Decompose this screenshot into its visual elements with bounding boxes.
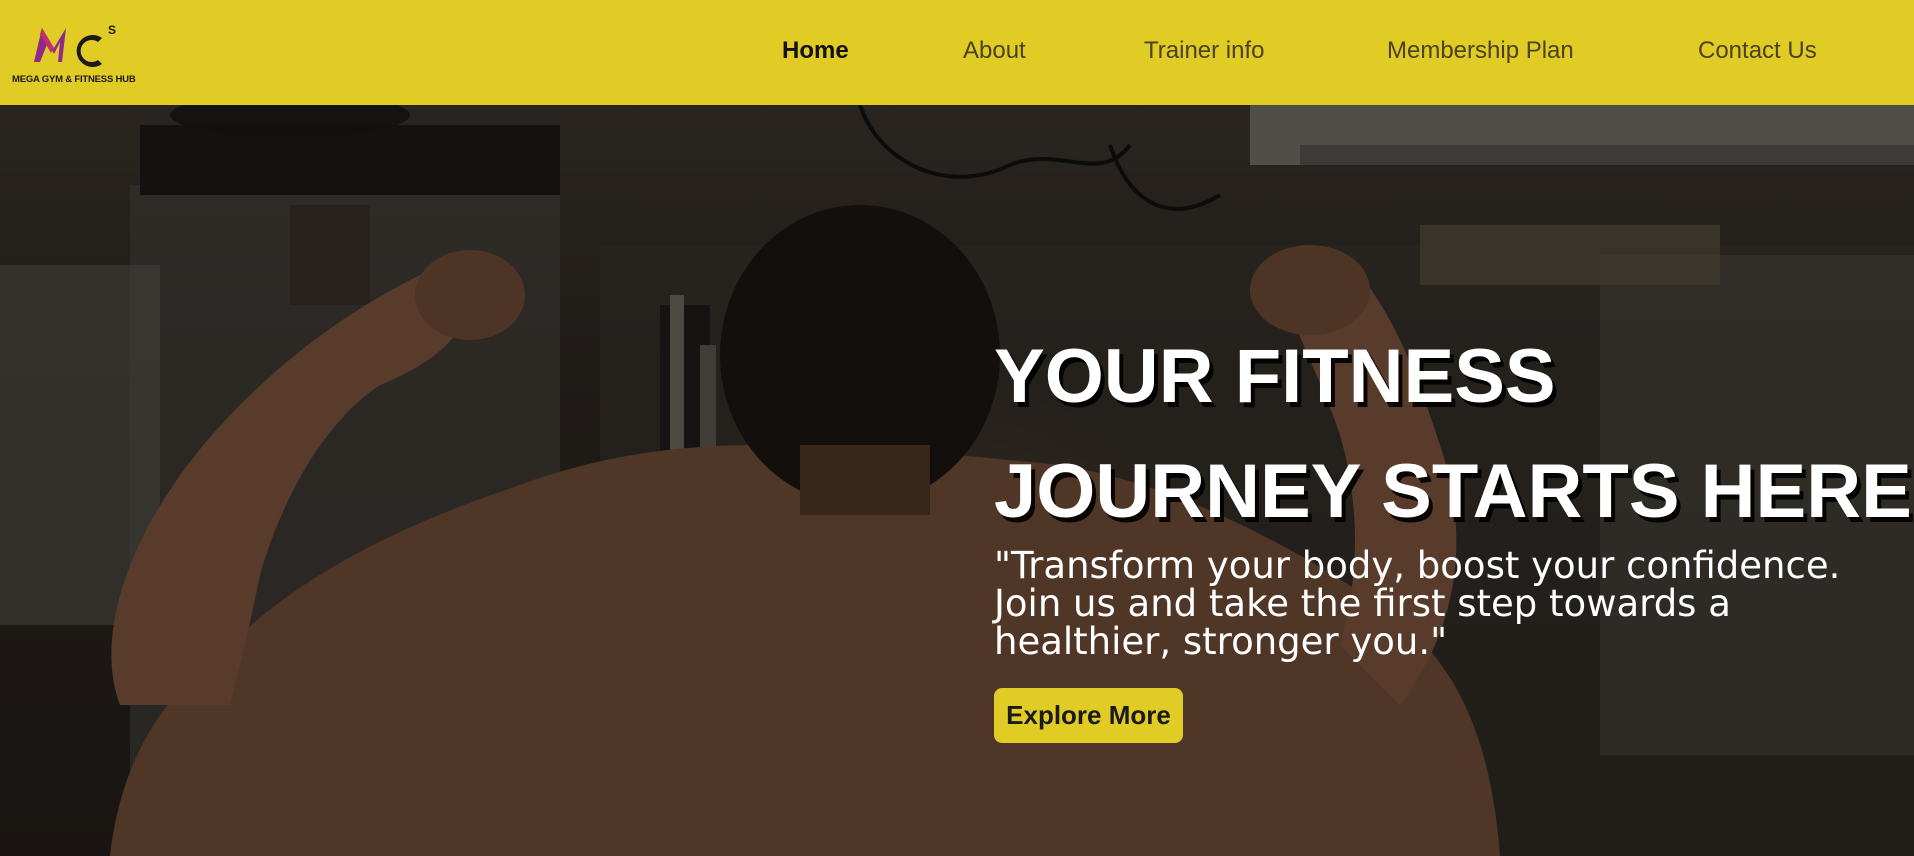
hero-subtitle-line2: Join us and take the first step towards …: [994, 582, 1731, 625]
site-header: S MEGA GYM & FITNESS HUB Home About Trai…: [0, 0, 1914, 105]
nav-contact-us[interactable]: Contact Us: [1698, 37, 1817, 65]
hero-subtitle-line3: healthier, stronger you.": [994, 620, 1448, 663]
hero-subtitle-line1: "Transform your body, boost your confide…: [994, 544, 1841, 587]
hero-title-line2: JOURNEY STARTS HERE: [994, 449, 1912, 534]
nav-membership-plan[interactable]: Membership Plan: [1387, 37, 1574, 65]
main-nav: Home About Trainer info Membership Plan …: [0, 0, 1914, 105]
explore-more-button[interactable]: Explore More: [994, 688, 1183, 743]
hero-section: YOUR FITNESS JOURNEY STARTS HERE "Transf…: [0, 105, 1914, 856]
nav-about[interactable]: About: [963, 37, 1026, 65]
hero-title-line1: YOUR FITNESS: [994, 334, 1556, 419]
hero-subtitle: "Transform your body, boost your confide…: [994, 547, 1894, 661]
nav-home[interactable]: Home: [782, 37, 849, 65]
nav-trainer-info[interactable]: Trainer info: [1144, 37, 1265, 65]
